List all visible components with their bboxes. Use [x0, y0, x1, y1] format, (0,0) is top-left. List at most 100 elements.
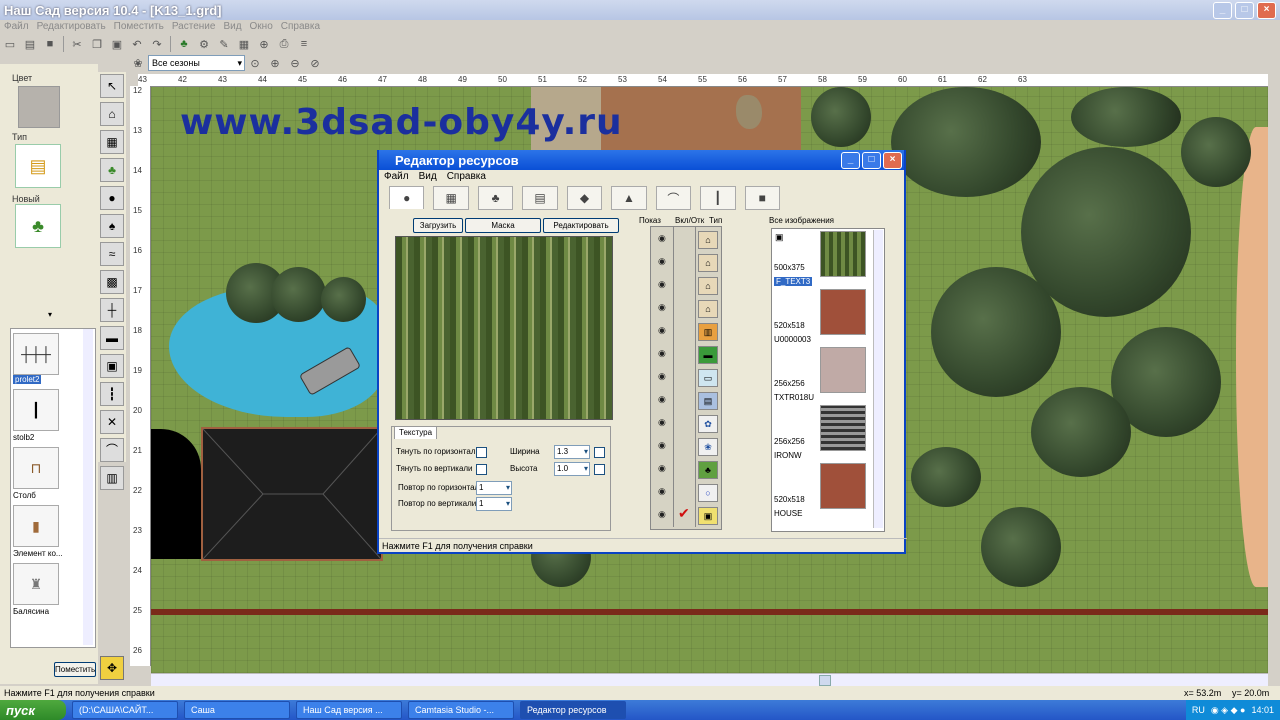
dialog-close-icon[interactable]: ×: [883, 151, 902, 169]
element-icon[interactable]: ▮: [13, 505, 59, 547]
tools-icon[interactable]: ✕: [100, 410, 124, 434]
image-name[interactable]: TXTR018U: [774, 393, 814, 402]
tab-walls[interactable]: ▦: [433, 186, 469, 210]
house-type-icon[interactable]: ⌂: [698, 254, 718, 272]
plant-icon[interactable]: ♣: [176, 36, 192, 52]
task-folder[interactable]: Саша: [184, 701, 290, 719]
zoom-tool-icon[interactable]: ⊕: [256, 36, 272, 52]
fence-icon[interactable]: ┼┼┼: [13, 333, 59, 375]
task-resource-editor[interactable]: Редактор ресурсов: [520, 701, 626, 719]
width-checkbox[interactable]: [594, 447, 605, 458]
eye-icon[interactable]: ◉: [658, 325, 666, 336]
menu-file[interactable]: Файл: [0, 20, 33, 34]
eye-icon[interactable]: ◉: [658, 440, 666, 451]
fence-category-icon[interactable]: ┼: [100, 298, 124, 322]
house-type-icon[interactable]: ⌂: [698, 277, 718, 295]
repeat-vertical-select[interactable]: 1: [476, 497, 512, 511]
eye-icon[interactable]: ◉: [658, 302, 666, 313]
color-swatch[interactable]: [18, 86, 60, 128]
ruler-icon[interactable]: ┇: [100, 382, 124, 406]
open-folder-icon[interactable]: ▤: [22, 36, 38, 52]
tab-roofs[interactable]: ▲: [611, 186, 647, 210]
dialog-menu-view[interactable]: Вид: [414, 170, 442, 184]
canvas-hscrollbar[interactable]: [151, 673, 1268, 686]
zoom-out-icon[interactable]: ⊖: [287, 55, 303, 71]
edit-button[interactable]: Редактировать: [543, 218, 619, 233]
pointer-icon[interactable]: ↖: [100, 74, 124, 98]
menu-help[interactable]: Справка: [277, 20, 324, 34]
height-select[interactable]: 1.0: [554, 462, 590, 476]
season-select[interactable]: Все сезоны: [148, 55, 245, 71]
minimize-icon[interactable]: _: [1213, 1, 1232, 19]
water-type-icon[interactable]: ▭: [698, 369, 718, 387]
checkmark-icon[interactable]: ✔: [678, 505, 690, 522]
eye-icon[interactable]: ◉: [658, 256, 666, 267]
plant-type-icon[interactable]: ♣: [698, 461, 718, 479]
redo-icon[interactable]: ↷: [149, 36, 165, 52]
dialog-maximize-icon[interactable]: □: [862, 151, 881, 169]
dialog-minimize-icon[interactable]: _: [841, 151, 860, 169]
plant-category-icon[interactable]: ♣: [100, 158, 124, 182]
tab-plants[interactable]: ♣: [477, 186, 514, 210]
lawn-type-icon[interactable]: ▬: [698, 346, 718, 364]
menu-edit[interactable]: Редактировать: [33, 20, 110, 34]
texture-tab[interactable]: Текстура: [394, 426, 438, 439]
tree-icon[interactable]: ♠: [100, 214, 124, 238]
tab-lights[interactable]: ┃: [700, 186, 736, 210]
menu-view[interactable]: Вид: [219, 20, 245, 34]
image-thumbnail[interactable]: [820, 463, 866, 509]
menu-plant[interactable]: Растение: [168, 20, 220, 34]
list-scrollbar[interactable]: [83, 329, 93, 645]
tab-save[interactable]: ■: [744, 186, 780, 210]
tab-bridges[interactable]: ⌒: [655, 186, 692, 210]
texture-icon[interactable]: ▩: [100, 270, 124, 294]
flower-type-icon[interactable]: ✿: [698, 415, 718, 433]
list-item[interactable]: stolb2: [13, 433, 34, 442]
image-thumbnail[interactable]: [820, 405, 866, 451]
task-garden-app[interactable]: Наш Сад версия ...: [296, 701, 402, 719]
print-icon[interactable]: ⎙: [276, 36, 292, 52]
flower-type-icon[interactable]: ❀: [698, 438, 718, 456]
close-icon[interactable]: ×: [1257, 1, 1276, 19]
eye-icon[interactable]: ◉: [658, 348, 666, 359]
transparency-mask-button[interactable]: Маска прозрачности: [465, 218, 541, 243]
ring-type-icon[interactable]: ○: [698, 484, 718, 502]
tab-stones[interactable]: ●: [389, 186, 425, 209]
list-item[interactable]: Столб: [13, 491, 36, 500]
eye-icon[interactable]: ◉: [658, 463, 666, 474]
cut-icon[interactable]: ✂: [69, 36, 85, 52]
tab-furniture[interactable]: ◆: [566, 186, 603, 210]
image-name[interactable]: HOUSE: [774, 509, 802, 518]
images-scrollbar[interactable]: [873, 230, 883, 528]
slab-icon[interactable]: ▬: [100, 326, 124, 350]
language-indicator[interactable]: RU: [1192, 705, 1205, 715]
eye-icon[interactable]: ◉: [658, 509, 666, 520]
task-explorer[interactable]: (D:\САША\САЙТ...: [72, 701, 178, 719]
load-button[interactable]: Загрузить: [413, 218, 463, 233]
paste-icon[interactable]: ▣: [109, 36, 125, 52]
list-icon[interactable]: ≡: [296, 36, 312, 52]
gate-post-icon[interactable]: ⊓: [13, 447, 59, 489]
undo-icon[interactable]: ↶: [129, 36, 145, 52]
maximize-icon[interactable]: □: [1235, 1, 1254, 19]
eye-icon[interactable]: ◉: [658, 233, 666, 244]
dialog-menu-file[interactable]: Файл: [379, 170, 414, 184]
edit-icon[interactable]: ✎: [216, 36, 232, 52]
properties-icon[interactable]: ▦: [236, 36, 252, 52]
post-icon[interactable]: ┃: [13, 389, 59, 431]
list-item[interactable]: prolet2: [13, 375, 42, 384]
image-thumbnail[interactable]: [820, 347, 866, 393]
eye-icon[interactable]: ◉: [658, 371, 666, 382]
tab-textures[interactable]: ▤: [522, 186, 558, 210]
type-selector[interactable]: ▤: [15, 144, 61, 188]
scroll-thumb[interactable]: [819, 675, 831, 686]
bridge-icon[interactable]: ⌒: [100, 438, 124, 462]
house-type-icon[interactable]: ⌂: [698, 300, 718, 318]
task-camtasia[interactable]: Camtasia Studio -...: [408, 701, 514, 719]
height-checkbox[interactable]: [594, 464, 605, 475]
list-item[interactable]: Балясина: [13, 607, 49, 616]
image-thumbnail[interactable]: [820, 231, 866, 277]
image-name[interactable]: IRONW: [774, 451, 802, 460]
box-icon[interactable]: ▣: [100, 354, 124, 378]
brick-icon[interactable]: ▥: [100, 466, 124, 490]
